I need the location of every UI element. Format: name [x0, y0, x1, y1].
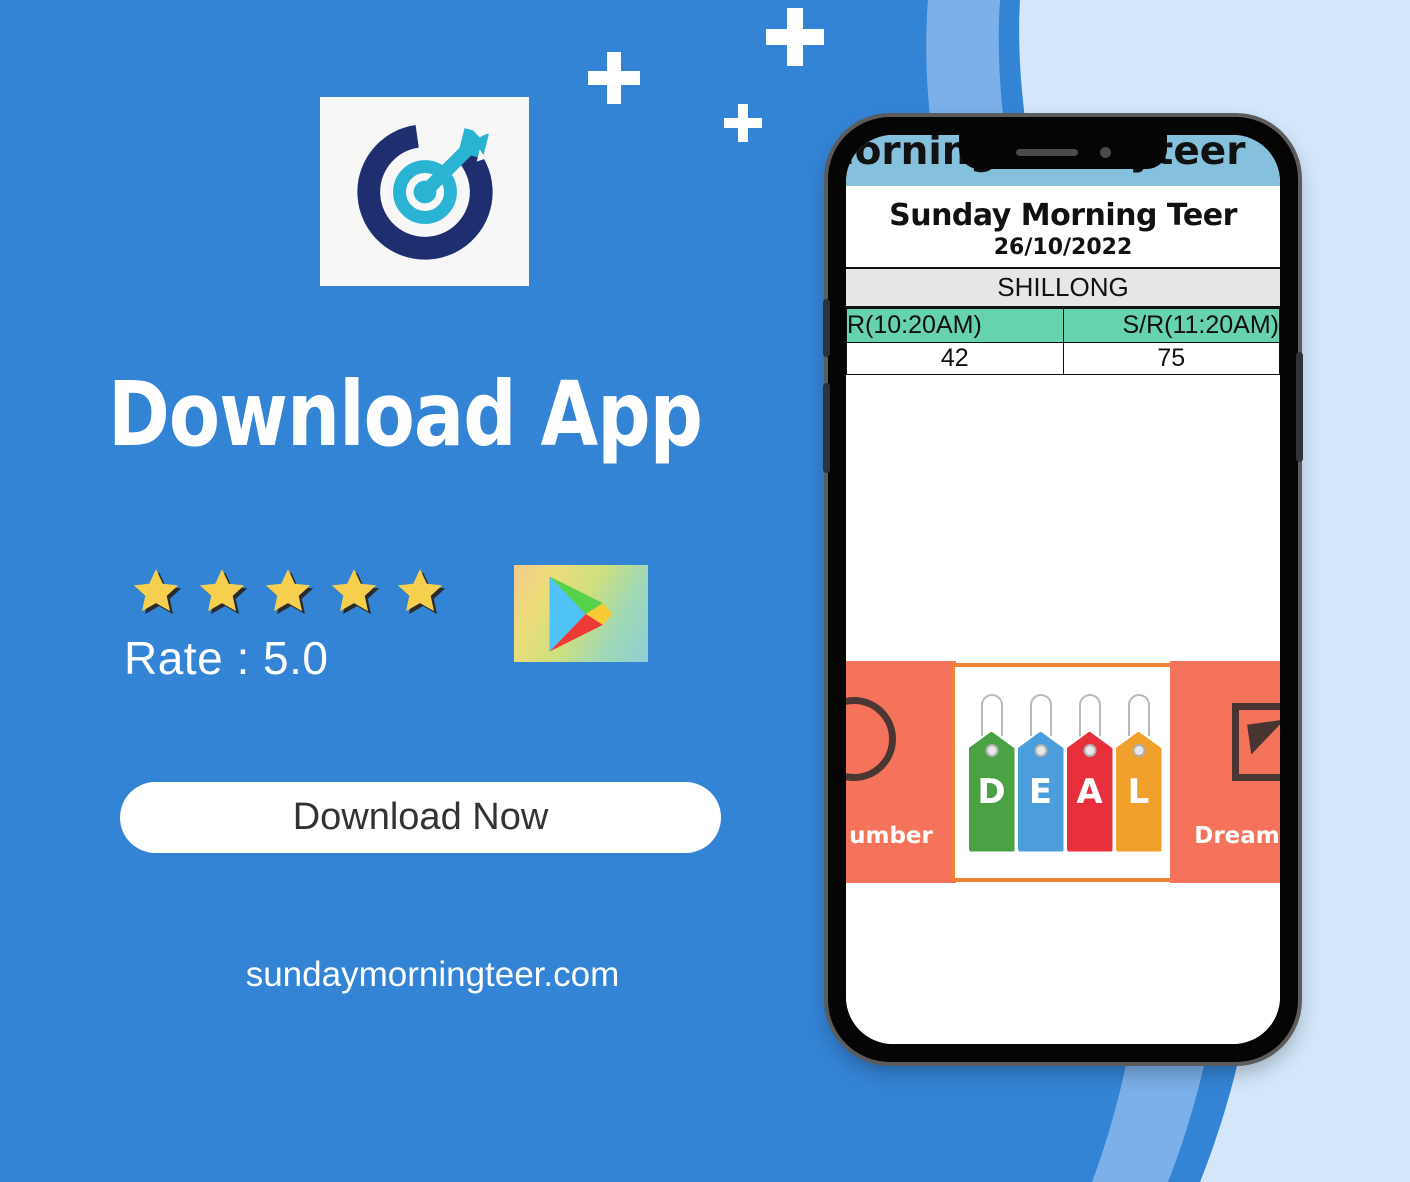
google-play-icon: [549, 575, 613, 652]
teer-result-table: R(10:20AM) S/R(11:20AM) 42 75: [846, 308, 1280, 375]
star-icon: [194, 563, 250, 619]
result-city: SHILLONG: [846, 267, 1280, 308]
result-date: 26/10/2022: [993, 235, 1133, 260]
screen-blank-area: [846, 375, 1280, 653]
column-header-second-round: S/R(11:20AM): [1062, 308, 1280, 343]
download-now-button[interactable]: Download Now: [120, 782, 721, 853]
value-first-round: 42: [846, 342, 1064, 375]
speaker-grill-icon: [1015, 148, 1078, 156]
teer-result-card: Sunday Morning Teer 26/10/2022 SHILLONG …: [846, 186, 1280, 375]
plus-decoration-small: [724, 104, 762, 142]
power-button[interactable]: [1296, 352, 1303, 462]
tag-string-icon: [1127, 693, 1150, 736]
deal-tag: L: [1115, 693, 1162, 852]
phone-screen: morningsundayteer Sunday Morning Teer 26…: [846, 135, 1280, 1044]
result-title: Sunday Morning Teer: [889, 198, 1237, 233]
front-camera-icon: [1099, 146, 1111, 158]
phone-mockup: morningsundayteer Sunday Morning Teer 26…: [823, 117, 1303, 1062]
star-rating: [128, 563, 448, 619]
tag-hole-icon: [1034, 743, 1047, 757]
table-header-row: R(10:20AM) S/R(11:20AM): [846, 308, 1280, 343]
tag-string-icon: [1029, 693, 1052, 736]
column-header-first-round: R(10:20AM): [846, 308, 1064, 343]
tag-string-icon: [1078, 693, 1101, 736]
screen-bottom-area: [846, 890, 1280, 1044]
circle-icon: [846, 697, 896, 781]
plus-decoration-large: [766, 8, 824, 66]
phone-notch: [959, 135, 1167, 169]
promo-left-label: umber: [849, 823, 933, 849]
rating-label: Rate : 5.0: [124, 632, 329, 684]
star-icon: [260, 563, 316, 619]
deal-tag: E: [1017, 693, 1064, 852]
deal-banner[interactable]: D E A L: [951, 663, 1179, 882]
tag-hole-icon: [1083, 743, 1096, 757]
star-icon: [128, 563, 184, 619]
deal-tag: A: [1066, 693, 1113, 852]
promo-right-label: Dream: [1194, 823, 1280, 849]
tag-hole-icon: [985, 743, 998, 757]
plus-decoration-medium: [588, 52, 640, 104]
megaphone-icon: [1232, 703, 1280, 781]
page-title: Download App: [108, 362, 703, 466]
website-url: sundaymorningteer.com: [245, 955, 620, 994]
google-play-badge[interactable]: [514, 565, 648, 662]
tag-string-icon: [980, 693, 1003, 736]
mute-switch[interactable]: [823, 299, 830, 357]
promo-strip: umber D E A L Dream: [846, 653, 1280, 890]
star-icon: [326, 563, 382, 619]
star-icon: [392, 563, 448, 619]
app-logo: [320, 97, 529, 286]
volume-button[interactable]: [823, 383, 830, 473]
promo-panel-common-number[interactable]: umber: [846, 661, 956, 883]
tag-hole-icon: [1132, 743, 1145, 757]
target-dart-icon: [356, 123, 493, 260]
promo-panel-dream-number[interactable]: Dream: [1170, 661, 1280, 883]
value-second-round: 75: [1062, 342, 1280, 375]
deal-tag: D: [968, 693, 1015, 852]
table-row: 42 75: [846, 342, 1280, 375]
